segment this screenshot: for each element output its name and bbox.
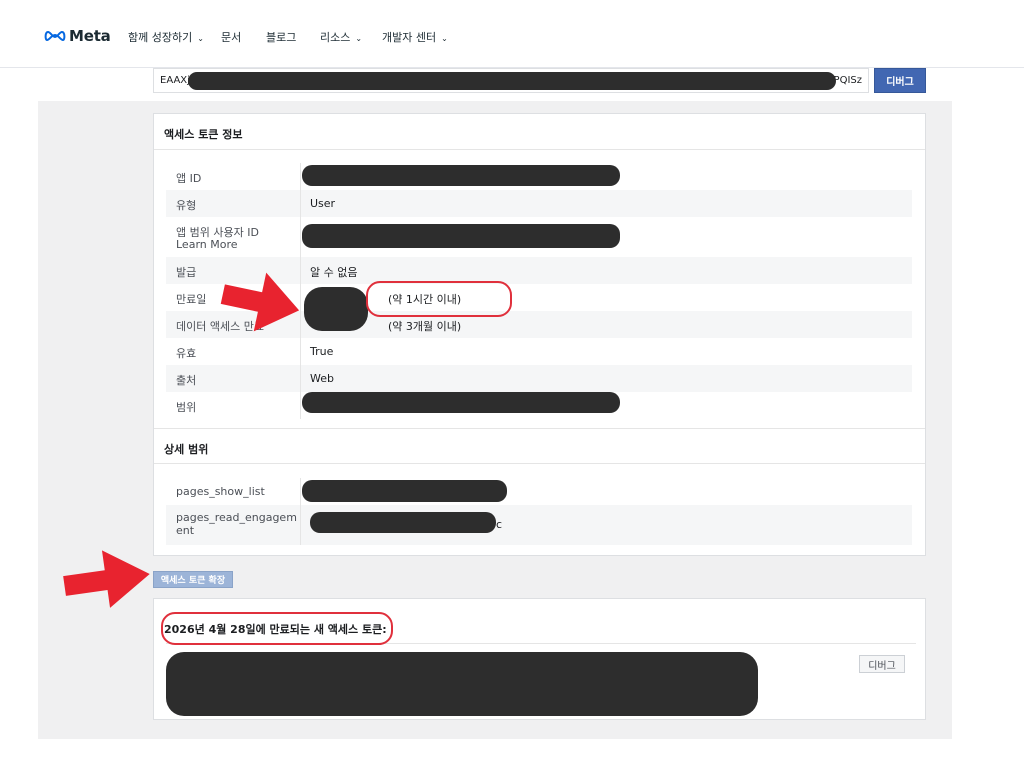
- row-divider: [300, 392, 301, 419]
- chevron-down-icon: ⌄: [441, 33, 448, 43]
- redaction-bar: [302, 165, 620, 186]
- row-divider: [300, 338, 301, 365]
- nav-item-docs[interactable]: 문서: [221, 29, 241, 45]
- row-value-scope-target: c: [496, 518, 503, 531]
- nav-item-label: 개발자 센터: [382, 31, 437, 44]
- nav-item-resources[interactable]: 리소스 ⌄: [320, 29, 362, 45]
- info-row-valid: 유효 True: [166, 338, 912, 365]
- row-key: pages_show_list: [176, 485, 265, 498]
- scope-row-pages-read-engagement: pages_read_engagement c: [166, 505, 912, 545]
- new-token-redaction: [166, 652, 758, 716]
- row-key: pages_read_engagement: [176, 511, 297, 537]
- extend-access-token-button[interactable]: 액세스 토큰 확장: [153, 571, 233, 588]
- meta-infinity-icon: [44, 30, 66, 42]
- chevron-down-icon: ⌄: [197, 33, 204, 43]
- row-value-data-access-expires: (약 3개월 이내): [388, 320, 462, 333]
- meta-logo[interactable]: Meta: [44, 27, 111, 45]
- logo-text: Meta: [69, 27, 111, 45]
- row-value-valid: True: [310, 345, 334, 358]
- nav-item-label: 리소스: [320, 31, 351, 44]
- row-key: 범위: [176, 401, 197, 414]
- access-token-info-title: 액세스 토큰 정보: [154, 114, 925, 150]
- redaction-bar: [304, 287, 368, 331]
- row-key: 유효: [176, 347, 197, 360]
- annotation-arrow-icon: [63, 550, 150, 608]
- nav-item-label: 블로그: [266, 31, 297, 44]
- row-key: 발급: [176, 266, 197, 279]
- redaction-bar: [188, 72, 836, 90]
- debug-button[interactable]: 디버그: [874, 68, 926, 93]
- redaction-bar: [302, 480, 507, 502]
- row-key: 출처: [176, 374, 197, 387]
- row-key: 앱 ID: [176, 172, 202, 185]
- nav-item-label: 문서: [221, 31, 242, 44]
- chevron-down-icon: ⌄: [355, 33, 363, 43]
- row-divider: [300, 478, 301, 505]
- top-navigation: Meta 함께 성장하기 ⌄ 문서 블로그 리소스 ⌄ 개발자 센터 ⌄: [0, 0, 1024, 68]
- row-divider: [300, 190, 301, 217]
- row-divider: [300, 505, 301, 545]
- row-divider: [300, 217, 301, 257]
- debug-button-secondary[interactable]: 디버그: [859, 655, 905, 673]
- redaction-bar: [302, 224, 620, 248]
- info-row-type: 유형 User: [166, 190, 912, 217]
- row-key: 만료일: [176, 293, 207, 306]
- learn-more-link[interactable]: Learn More: [176, 238, 238, 251]
- annotation-oval: [366, 281, 512, 317]
- token-suffix: PQISz: [833, 75, 862, 86]
- nav-item-developer-center[interactable]: 개발자 센터 ⌄: [382, 29, 448, 45]
- nav-item-blog[interactable]: 블로그: [266, 29, 296, 45]
- scope-row-pages-show-list: pages_show_list: [166, 478, 912, 505]
- info-row-origin: 출처 Web: [166, 365, 912, 392]
- row-divider: [300, 163, 301, 190]
- row-value-issued: 알 수 없음: [310, 266, 358, 279]
- token-prefix: EAAXj: [160, 75, 190, 86]
- redaction-bar: [302, 392, 620, 413]
- nav-item-label: 함께 성장하기: [128, 31, 193, 44]
- annotation-arrow-icon: [220, 272, 300, 332]
- row-value-type: User: [310, 197, 336, 210]
- annotation-oval: [161, 612, 393, 645]
- nav-item-grow-together[interactable]: 함께 성장하기 ⌄: [128, 29, 204, 45]
- redaction-bar: [310, 512, 496, 533]
- row-divider: [300, 365, 301, 392]
- row-key: 유형: [176, 199, 197, 212]
- row-value-origin: Web: [310, 372, 334, 385]
- detail-scopes-title: 상세 범위: [154, 428, 925, 464]
